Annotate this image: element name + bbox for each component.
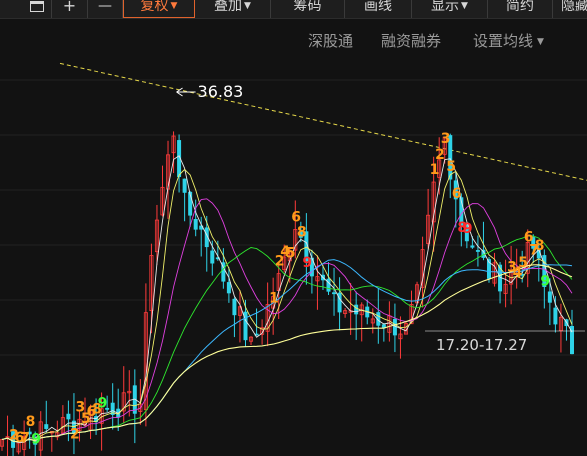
signal-digit: 9: [540, 274, 550, 290]
candle-body: [354, 304, 359, 315]
candle-body: [392, 318, 397, 336]
signal-digit: 6: [291, 209, 301, 225]
kline-chart[interactable]: 36.8317.20-17.2726789 2356891245689123568…: [0, 0, 587, 456]
signal-digit: 8: [26, 414, 36, 430]
signal-digit: 6: [452, 186, 462, 202]
candle-body: [193, 219, 198, 230]
candle-body: [470, 245, 475, 248]
range-label: 17.20-17.27: [436, 336, 527, 354]
signal-digit: 3: [441, 131, 451, 147]
signal-digit: 1: [430, 162, 440, 178]
candle-body: [226, 282, 231, 294]
signal-digit: 5: [286, 245, 296, 261]
candle-body: [210, 250, 215, 264]
signal-digit: 8: [297, 224, 307, 240]
candle-body: [44, 424, 49, 429]
stock-chart-screen: { "toolbar": { "items": [ {"label": "", …: [0, 0, 587, 456]
candle-body: [66, 413, 71, 420]
candle-body: [232, 298, 237, 316]
signal-digit: 9: [302, 255, 312, 271]
signal-digit: 9: [98, 396, 108, 412]
candle-body: [182, 178, 187, 193]
candle-body: [547, 291, 552, 303]
signal-digit: 9: [31, 431, 41, 447]
signal-digit: 2: [435, 147, 445, 163]
signal-digit: 8: [535, 238, 545, 254]
signal-digit: 5: [518, 255, 528, 271]
trendline: [59, 62, 587, 181]
ma-line: [1, 155, 573, 443]
signal-digit: 7: [20, 431, 30, 447]
max-price-label: 36.83: [198, 82, 244, 101]
candle-body: [332, 292, 337, 295]
signal-digit: 1: [269, 291, 279, 307]
signal-digit: 9: [463, 221, 473, 237]
candle-body: [475, 250, 480, 252]
signal-digit: 2: [70, 427, 80, 443]
candle-body: [553, 307, 558, 325]
signal-digit: 5: [446, 159, 456, 175]
